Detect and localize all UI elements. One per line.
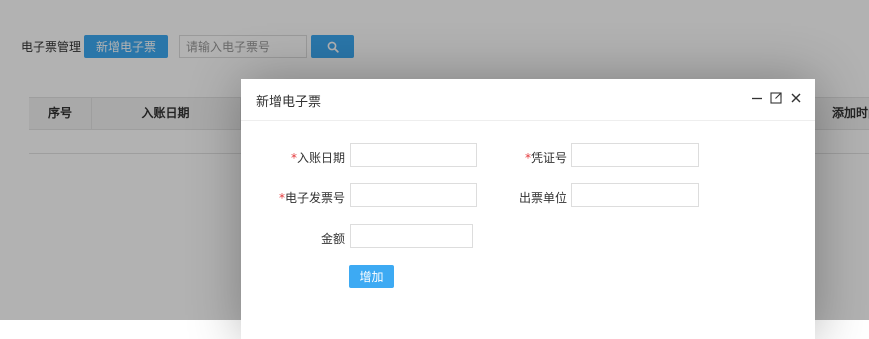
add-e-ticket-dialog: 新增电子票 *入账日期 *凭证号 *电子发票号 出票单位 金额 增加 <box>241 79 815 339</box>
minimize-icon[interactable] <box>749 90 765 106</box>
entry-date-label: *入账日期 <box>290 151 345 165</box>
dialog-header: 新增电子票 <box>241 79 815 121</box>
entry-date-input[interactable] <box>350 143 477 167</box>
amount-label: 金额 <box>320 232 345 246</box>
maximize-icon[interactable] <box>768 90 784 106</box>
voucher-number-label: *凭证号 <box>524 151 567 165</box>
submit-add-button[interactable]: 增加 <box>349 265 394 288</box>
issuing-unit-input[interactable] <box>571 183 699 207</box>
close-icon[interactable] <box>788 90 804 106</box>
amount-input[interactable] <box>350 224 473 248</box>
issuing-unit-label: 出票单位 <box>518 191 567 205</box>
invoice-number-label: *电子发票号 <box>278 191 345 205</box>
voucher-number-input[interactable] <box>571 143 699 167</box>
invoice-number-input[interactable] <box>350 183 477 207</box>
dialog-title: 新增电子票 <box>256 95 322 110</box>
